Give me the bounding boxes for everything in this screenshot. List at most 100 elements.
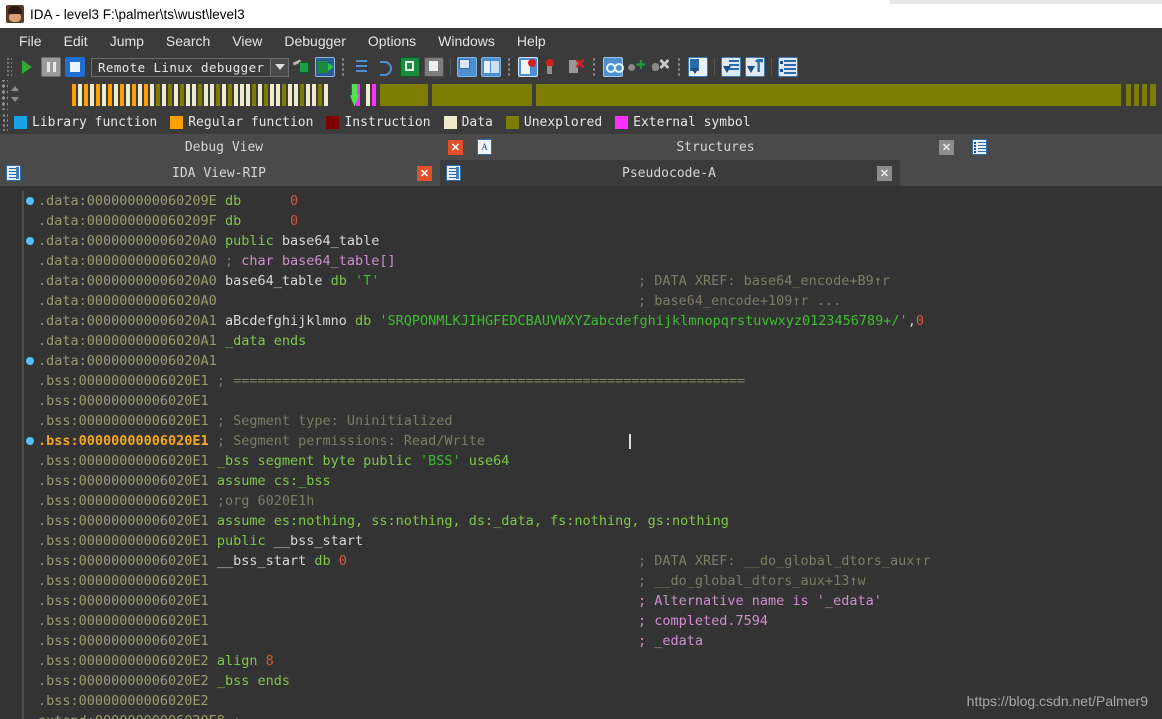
menu-item-view[interactable]: View [221,31,273,51]
disassembly-line[interactable]: .bss:00000000006020E1 __bss_start db 0 ; … [38,551,1162,571]
tab-pseudocode-a[interactable]: Pseudocode-A ✕ [440,160,900,186]
disassembly-address: .bss:00000000006020E1 [38,413,209,429]
navband-segment [282,84,286,106]
disassembly-line[interactable]: .data:00000000006020A1 aBcdefghijklmno d… [26,311,1162,445]
disassembly-line[interactable]: .bss:00000000006020E1 ; Alternative name … [38,591,1162,611]
navband-segment [174,84,178,106]
disassembly-line[interactable]: .bss:00000000006020E1 ; Segment type: Un… [38,411,1162,431]
close-icon[interactable]: ✕ [448,139,463,155]
breakpoint-dot-icon[interactable] [26,237,34,245]
disassembly-line[interactable]: .bss:00000000006020E1 ; ================… [38,371,1162,391]
navband-segment [1142,84,1147,106]
breakpoint-gutter[interactable] [0,191,38,719]
toolbar-grip[interactable] [5,57,12,77]
add-breakpoint-icon[interactable] [542,57,562,77]
navband-segment [312,84,316,106]
disassembly-line[interactable]: .bss:00000000006020E1 ;org 6020E1h [38,491,1162,511]
close-icon[interactable]: ✕ [939,139,954,155]
menu-item-jump[interactable]: Jump [99,31,155,51]
tab-debug-view[interactable]: Debug View ✕ [0,134,471,160]
menu-item-search[interactable]: Search [155,31,221,51]
step-out-icon[interactable] [424,57,445,77]
tab-debug-view-label: Debug View [184,139,264,155]
disassembly-line[interactable]: .bss:00000000006020E1 [38,391,1162,411]
chevron-down-icon[interactable] [270,58,289,76]
disassembly-address: .data:000000000060209F [38,213,217,229]
names-window-icon[interactable] [721,57,742,77]
structures-window-icon[interactable] [778,57,799,77]
tile-windows-icon[interactable] [457,57,478,77]
add-watch-icon[interactable] [627,57,647,77]
stack-trace-icon[interactable] [688,57,709,77]
step-over-icon[interactable] [376,57,396,77]
toolbar-separator-4 [677,57,683,77]
step-into-icon[interactable] [352,57,372,77]
breakpoint-dot-icon[interactable] [26,357,34,365]
breakpoint-list-icon[interactable] [518,57,539,77]
disassembly-line[interactable]: .bss:00000000006020E1 assume cs:_bss [38,471,1162,491]
debugger-select[interactable]: Remote Linux debugger [91,57,290,77]
disassembly-line[interactable]: .bss:00000000006020E2 _bss ends [38,671,1162,691]
disassembly-line[interactable]: .bss:00000000006020E1 ; __do_global_dtors… [38,571,1162,591]
menu-item-help[interactable]: Help [506,31,557,51]
disassembly-line[interactable]: extend:00000000006020E8 ; [38,711,1162,719]
delete-breakpoint-icon[interactable] [566,57,586,77]
close-icon[interactable]: ✕ [417,165,432,181]
navband-segment [258,84,262,106]
disassembly-line[interactable]: .bss:00000000006020E1 ; completed.7594 [38,611,1162,631]
navband-grip[interactable] [0,80,8,110]
disassembly-code[interactable]: .data:000000000060209E db 0 .data:0000000… [26,191,1162,719]
structures-list-icon[interactable] [972,139,987,155]
tab-row-bottom: IDA View-RIP ✕ Pseudocode-A ✕ [0,160,1162,186]
menu-item-options[interactable]: Options [357,31,427,51]
disassembly-line[interactable]: .data:000000000060209E db 0 [26,191,1162,211]
cascade-windows-icon[interactable] [481,57,502,77]
disassembly-token: ; ======================================… [208,373,746,389]
disassembly-line[interactable]: .data:00000000006020A0 public base64_tab… [38,231,1162,251]
menu-item-file[interactable]: File [8,31,53,51]
close-icon[interactable]: ✕ [877,165,892,181]
menu-item-debugger[interactable]: Debugger [273,31,357,51]
disassembly-line[interactable]: .bss:00000000006020E1 public __bss_start [38,531,1162,551]
disassembly-token: 8 [265,653,274,669]
disassembly-address: .bss:00000000006020E1 [38,373,209,389]
tab-structures[interactable]: A Structures ✕ [471,134,962,160]
breakpoint-dot-icon[interactable] [26,197,34,205]
delete-watch-icon[interactable] [651,57,671,77]
navband-segment [432,84,532,106]
functions-window-icon[interactable] [745,57,766,77]
disassembly-token: , [907,313,916,329]
disassembly-line[interactable]: .data:00000000006020A0 ; char base64_tab… [38,251,1162,271]
navband-segment [78,84,82,106]
menu-item-edit[interactable]: Edit [53,31,99,51]
menu-item-windows[interactable]: Windows [427,31,506,51]
disassembly-line[interactable]: .bss:00000000006020E1 assume es:nothing,… [38,511,1162,531]
attach-process-icon[interactable] [291,57,311,77]
navband-segment [288,84,292,106]
disassembly-line[interactable]: .data:00000000006020A0 base64_table db '… [26,271,1162,365]
disassembly-line[interactable]: .bss:00000000006020E1 ; Segment permissi… [38,431,1162,451]
nav-scroll-arrows[interactable] [8,80,20,110]
ida-main-window: IDA - level3 F:\palmer\ts\wust\level3 Fi… [0,0,1162,719]
disassembly-view[interactable]: .data:000000000060209E db 0 .data:0000000… [0,191,1162,719]
watch-list-icon[interactable] [603,57,625,77]
disassembly-line[interactable]: .data:00000000006020A1 [38,351,1162,371]
disassembly-line[interactable]: .data:00000000006020A1 _data ends [38,331,1162,351]
disassembly-line[interactable]: .bss:00000000006020E1 _bss segment byte … [38,451,1162,471]
stop-icon[interactable] [65,57,85,77]
navband-segment [216,84,220,106]
tab-ida-view-rip[interactable]: IDA View-RIP ✕ [0,160,440,186]
run-to-cursor-icon[interactable] [400,57,421,77]
disassembly-address: .bss:00000000006020E1 [38,533,209,549]
pause-icon[interactable] [41,57,61,77]
breakpoint-dot-icon[interactable] [26,437,34,445]
disassembly-line[interactable]: .data:00000000006020A0 ; base64_encode+10… [38,291,1162,311]
detach-process-icon[interactable] [315,57,336,77]
disassembly-line[interactable]: .bss:00000000006020E1 ; _edata [38,631,1162,651]
disassembly-line[interactable]: .data:000000000060209F db 0 [26,211,1162,245]
disassembly-comment: ; base64_encode+109↑r ... [638,293,842,309]
navigation-band[interactable] [20,84,1162,106]
play-icon[interactable] [17,57,37,77]
disassembly-line[interactable]: .bss:00000000006020E2 align 8 [38,651,1162,671]
disassembly-token: ; Segment permissions: Read/Write [208,433,486,449]
